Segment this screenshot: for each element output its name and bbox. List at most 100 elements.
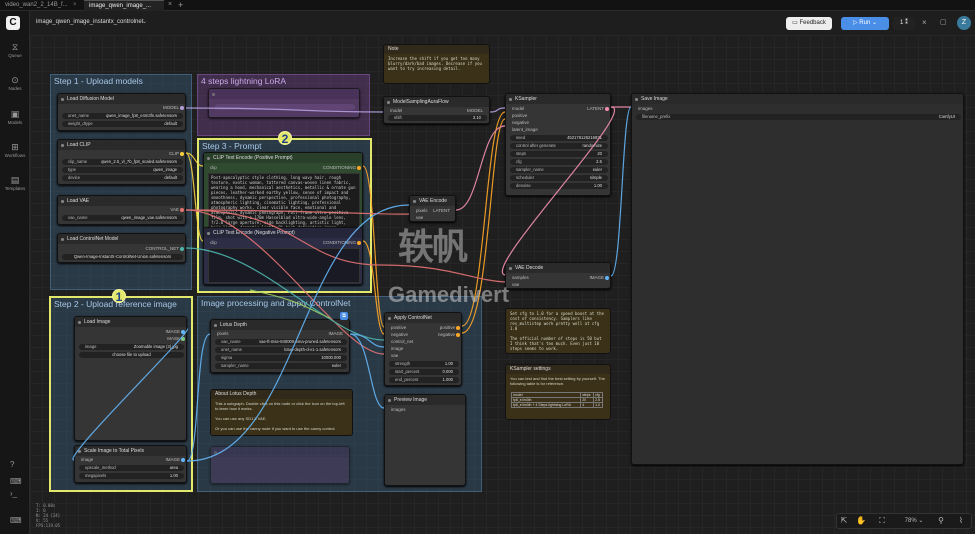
steps-input[interactable]: steps 20: [510, 151, 608, 157]
sidebar-item-models[interactable]: ▣ Models: [0, 105, 30, 135]
canvas-stats: T: 0.00s I: 0 N: 24 [24] V: 55 FPS:119.0…: [36, 503, 61, 528]
ksampler-node[interactable]: KSampler model positive negative latent_…: [505, 93, 611, 196]
watermark-text: Gamedivert: [388, 282, 510, 307]
output-port[interactable]: [181, 330, 185, 334]
load-vae-node[interactable]: Load VAE VAE vae_name qwen_image_vae.safe…: [57, 195, 186, 225]
end-percent-input[interactable]: end_percent 1.000: [389, 377, 459, 383]
start-percent-input[interactable]: start_percent 0.000: [389, 369, 459, 375]
run-button[interactable]: ▷ Run ⌄: [841, 17, 889, 30]
output-port[interactable]: [605, 276, 609, 280]
sampler-name-combo[interactable]: sampler_name euler: [510, 167, 608, 173]
scheduler-combo[interactable]: scheduler simple: [510, 175, 608, 181]
feedback-button[interactable]: ▭ Feedback: [786, 17, 832, 30]
load-image-node[interactable]: Load Image IMAGE MASK image Zoomable imag…: [74, 316, 187, 441]
zoom-level[interactable]: 78% ⌄: [898, 514, 930, 528]
apply-controlnet-node[interactable]: Apply ControlNet positive negative contr…: [384, 312, 462, 386]
lora-loader-node[interactable]: [208, 88, 360, 118]
chevron-down-icon: ⌄: [870, 20, 877, 26]
tab-image-qwen[interactable]: image_qwen_image_...: [84, 0, 164, 11]
keyboard-icon[interactable]: ⌨: [10, 516, 22, 525]
workflow-title[interactable]: image_qwen_image_instantx_controlnet: [36, 19, 143, 25]
sampler-name-combo[interactable]: sampler_name euler: [215, 363, 347, 369]
device-combo[interactable]: device default: [62, 175, 183, 181]
megapixels-input[interactable]: megapixels 1.00: [79, 473, 184, 479]
comfy-logo-icon[interactable]: C: [6, 16, 20, 30]
tab-close-icon[interactable]: ×: [73, 2, 77, 8]
sigma-input[interactable]: sigma 10000.000: [215, 355, 347, 361]
type-combo[interactable]: type qwen_image: [62, 167, 183, 173]
new-tab-icon[interactable]: +: [178, 0, 183, 10]
load-controlnet-node[interactable]: Load ControlNet Model CONTROL_NET Qwen-I…: [57, 233, 186, 263]
note-node[interactable]: Note Increase the shift if you get too m…: [383, 44, 490, 84]
tab-strip: video_wan2_2_14B_f... × image_qwen_image…: [0, 0, 975, 11]
seed-input[interactable]: seed 452176126216831: [510, 135, 608, 141]
minimap-icon[interactable]: ⚲: [935, 514, 947, 528]
clip-text-encode-positive-node[interactable]: CLIP Text Encode (Positive Prompt) clip …: [203, 152, 363, 230]
sidebar-item-templates[interactable]: ▤ Templates: [0, 171, 30, 201]
output-port[interactable]: [181, 337, 185, 341]
vae-name-combo[interactable]: vae_name qwen_image_vae.safetensors: [62, 215, 183, 221]
preview-image-node[interactable]: Preview Image images: [384, 394, 466, 486]
output-port[interactable]: [357, 166, 361, 170]
workflow-bar: [30, 11, 975, 35]
shift-input[interactable]: shift 3.10: [388, 115, 487, 121]
load-diffusion-model-node[interactable]: Load Diffusion Model MODEL unet_name qwen…: [57, 93, 186, 131]
upscale-method-combo[interactable]: upscale_method area: [79, 465, 184, 471]
queue-icon: ⧖: [11, 42, 19, 52]
output-port[interactable]: [180, 106, 184, 110]
denoise-input[interactable]: denoise 1.00: [510, 183, 608, 189]
help-icon[interactable]: ?: [10, 460, 14, 469]
output-port[interactable]: [357, 241, 361, 245]
bypassed-node[interactable]: [210, 446, 350, 484]
avatar[interactable]: Z: [957, 16, 971, 30]
subgraph-icon[interactable]: ⧉: [340, 312, 348, 320]
hand-icon[interactable]: ✋: [855, 514, 867, 528]
lotus-depth-node[interactable]: Lotus Depth pixels IMAGE vae_name vae-ft-…: [210, 319, 350, 373]
about-lotus-note[interactable]: About Lotus Depth This a subgraph. Doubl…: [210, 389, 353, 436]
output-port[interactable]: [456, 326, 460, 330]
upload-button[interactable]: choose file to upload: [79, 352, 184, 358]
weight-dtype-combo[interactable]: weight_dtype default: [62, 121, 183, 127]
panel-icon[interactable]: ▢: [940, 18, 947, 26]
output-port[interactable]: [180, 208, 184, 212]
output-port[interactable]: [605, 107, 609, 111]
queue-count-stepper[interactable]: 1 ⁑: [893, 17, 915, 30]
save-image-node[interactable]: Save Image images filename_prefix ComfyUI: [631, 93, 964, 465]
clip-text-encode-negative-node[interactable]: CLIP Text Encode (Negative Prompt) clip …: [203, 227, 363, 285]
unet-name-combo[interactable]: unet_name qwen_image_fp8_e4m3fn.safetenso…: [62, 113, 183, 119]
tab-close-icon[interactable]: ×: [168, 1, 172, 8]
select-icon[interactable]: ⇱: [838, 514, 850, 528]
image-combo[interactable]: image Zoomable image (3).jpg: [79, 344, 184, 350]
model-sampling-auraflow-node[interactable]: ModelSamplingAuraFlow model MODEL shift 3…: [383, 96, 490, 124]
sidebar-item-nodes[interactable]: ⊙ Nodes: [0, 71, 30, 101]
filename-prefix-input[interactable]: filename_prefix ComfyUI: [636, 114, 961, 120]
console-icon[interactable]: ⌨: [10, 477, 22, 486]
output-port[interactable]: [181, 458, 185, 462]
terminal-icon[interactable]: ›_: [10, 489, 17, 498]
output-port[interactable]: [456, 333, 460, 337]
vae-name-combo[interactable]: vae_name vae-ft-mse-840000-ema-pruned.saf…: [215, 339, 347, 345]
control-after-generate-combo[interactable]: control after generate randomize: [510, 143, 608, 149]
positive-prompt-textarea[interactable]: Post-apocalyptic style clothing, long wa…: [208, 173, 360, 228]
clip-name-combo[interactable]: clip_name qwen_2.5_vl_7b_fp8_scaled.safet…: [62, 159, 183, 165]
chevron-down-icon[interactable]: ⌄: [142, 18, 147, 25]
sidebar-item-workflows[interactable]: ⊞ Workflows: [0, 138, 30, 168]
cfg-input[interactable]: cfg 2.5: [510, 159, 608, 165]
vae-decode-node[interactable]: VAE Decode samples vae IMAGE: [505, 262, 611, 289]
ksampler-settings-note[interactable]: KSampler settings You can test and find …: [505, 364, 611, 420]
output-port[interactable]: [180, 152, 184, 156]
sidebar-item-queue[interactable]: ⧖ Queue: [0, 38, 30, 68]
templates-icon: ▤: [10, 175, 20, 185]
negative-prompt-textarea[interactable]: [208, 248, 360, 283]
load-clip-node[interactable]: Load CLIP CLIP clip_name qwen_2.5_vl_7b_f…: [57, 139, 186, 185]
output-port[interactable]: [180, 247, 184, 251]
link-visibility-icon[interactable]: ⌇: [955, 514, 967, 528]
tab-video-wan[interactable]: video_wan2_2_14B_f...: [0, 0, 82, 11]
close-icon[interactable]: ×: [922, 18, 927, 27]
strength-input[interactable]: strength 1.00: [389, 361, 459, 367]
cfg-note-node[interactable]: Set cfg to 1.0 for a speed boost at the …: [505, 308, 611, 354]
controlnet-name-combo[interactable]: Qwen-Image-InstantX-ControlNet-Union.saf…: [62, 254, 183, 260]
fit-view-icon[interactable]: ⛶: [876, 514, 888, 528]
unet-name-combo[interactable]: unet_name lotus-depth-d-v1-1.safetensors: [215, 347, 347, 353]
scale-image-node[interactable]: Scale Image to Total Pixels image IMAGE …: [74, 445, 187, 483]
